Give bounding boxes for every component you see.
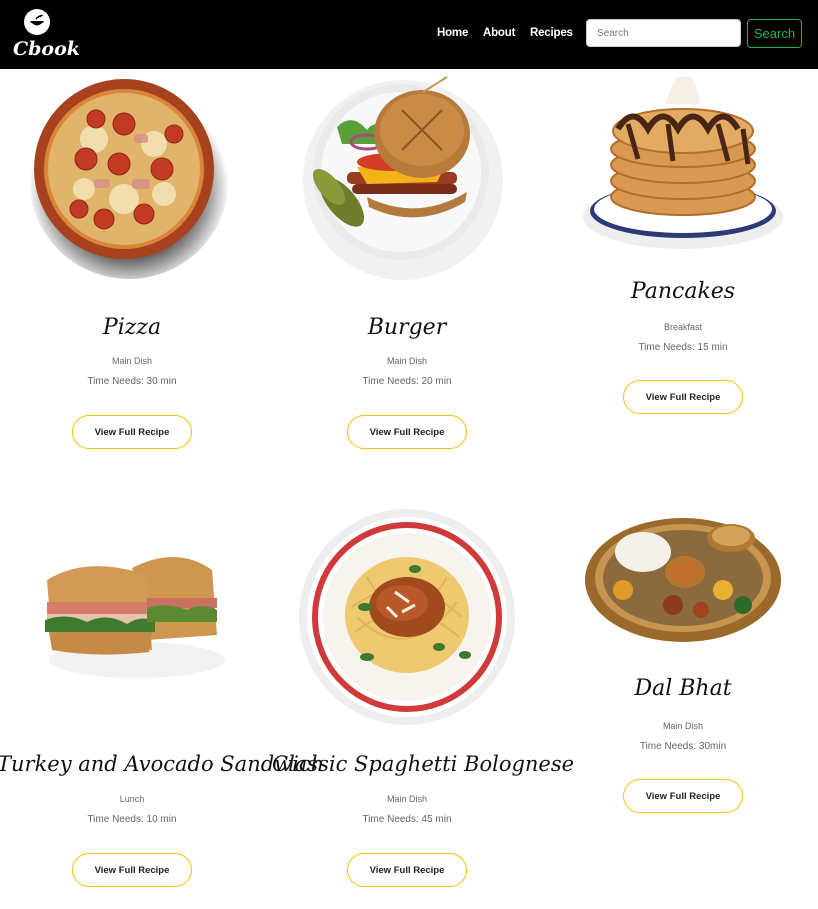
recipe-title: Burger	[367, 315, 447, 340]
recipe-time: Time Needs: 10 min	[87, 814, 177, 825]
search-input[interactable]	[586, 19, 741, 47]
sandwich-image	[45, 556, 225, 678]
recipe-card: Classic Spaghetti Bolognese Main Dish Ti…	[272, 507, 575, 890]
dal-bhat-image	[585, 518, 781, 642]
nav-link-about[interactable]: About	[483, 27, 515, 39]
recipe-category: Main Dish	[386, 356, 427, 366]
recipe-time: Time Needs: 45 min	[362, 814, 452, 825]
recipe-category: Breakfast	[663, 322, 703, 332]
brand-logo-text[interactable]: Cbook	[13, 38, 80, 60]
navbar: Cbook Home About Recipes Search	[0, 0, 818, 69]
recipe-title: Dal Bhat	[634, 676, 732, 701]
recipe-title: Turkey and Avocado Sandwich	[0, 752, 325, 776]
view-recipe-button[interactable]: View Full Recipe	[623, 380, 743, 414]
view-recipe-button[interactable]: View Full Recipe	[72, 415, 192, 449]
nav-link-recipes[interactable]: Recipes	[530, 27, 573, 39]
burger-image	[303, 76, 503, 280]
recipe-card: Burger Main Dish Time Needs: 20 min View…	[272, 69, 542, 459]
recipe-time: Time Needs: 15 min	[638, 342, 728, 353]
recipe-time: Time Needs: 30min	[639, 741, 727, 752]
recipe-title: Classic Spaghetti Bolognese	[272, 752, 575, 776]
recipe-card: Turkey and Avocado Sandwich Lunch Time N…	[0, 540, 325, 890]
view-recipe-button[interactable]: View Full Recipe	[347, 853, 467, 887]
view-recipe-button[interactable]: View Full Recipe	[347, 415, 467, 449]
spaghetti-image	[299, 509, 515, 725]
recipe-time: Time Needs: 30 min	[87, 376, 177, 387]
recipe-category: Lunch	[119, 794, 145, 804]
recipe-title: Pizza	[102, 315, 162, 340]
pancakes-image	[583, 76, 783, 249]
nav-link-home[interactable]: Home	[437, 27, 468, 39]
search-button[interactable]: Search	[747, 19, 802, 48]
recipe-card: Pizza Main Dish Time Needs: 30 min View …	[0, 69, 267, 459]
recipe-time: Time Needs: 20 min	[362, 376, 452, 387]
recipe-category: Main Dish	[111, 356, 152, 366]
view-recipe-button[interactable]: View Full Recipe	[623, 779, 743, 813]
recipe-card: Dal Bhat Main Dish Time Needs: 30min Vie…	[548, 510, 818, 830]
cooking-pot-icon[interactable]	[24, 9, 50, 35]
view-recipe-button[interactable]: View Full Recipe	[72, 853, 192, 887]
pizza-image	[29, 79, 229, 279]
recipe-category: Main Dish	[662, 721, 703, 731]
recipe-category: Main Dish	[386, 794, 427, 804]
recipe-title: Pancakes	[630, 279, 736, 304]
recipe-card: Pancakes Breakfast Time Needs: 15 min Vi…	[548, 69, 818, 429]
